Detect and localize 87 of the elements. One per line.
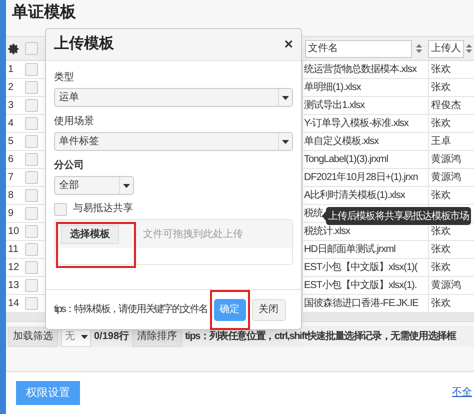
table-cell-text: 测试导出1.xlsx bbox=[304, 98, 365, 114]
table-cell-text: 统运营货物总数据模本.xlsx bbox=[304, 62, 416, 78]
table-cell-text: 黄源鸿 bbox=[431, 152, 461, 168]
table-cell-text: HD日邮面单测试.jrxml bbox=[304, 242, 396, 258]
field-label: 类型 bbox=[54, 71, 74, 85]
row-number: 7 bbox=[7, 171, 15, 186]
caret-icon bbox=[80, 334, 88, 339]
choose-template-button[interactable]: 选择模板 bbox=[61, 224, 119, 244]
caret-icon bbox=[282, 140, 289, 144]
page-title: 单证模板 bbox=[11, 2, 77, 24]
checkbox[interactable] bbox=[24, 189, 38, 202]
close-button[interactable]: × bbox=[284, 37, 293, 52]
table-cell-text: 单明细(1).xlsx bbox=[304, 80, 361, 96]
row-number: 10 bbox=[7, 225, 20, 240]
checkbox[interactable] bbox=[24, 99, 38, 112]
field-label: 使用场景 bbox=[54, 115, 94, 129]
checkbox[interactable] bbox=[24, 153, 38, 166]
checkbox[interactable] bbox=[24, 117, 38, 130]
column-header[interactable]: 上传人 bbox=[428, 40, 464, 58]
settings-icon[interactable] bbox=[8, 42, 20, 55]
sort-icon[interactable] bbox=[466, 44, 472, 54]
tips-text: tips：列表任意位置，ctrl,shift快速批量选择记录，无需使用选择框 bbox=[185, 330, 456, 344]
table-cell-text: 张欢 bbox=[431, 116, 451, 132]
table-cell-text: 张欢 bbox=[431, 260, 451, 276]
table-cell-text: 王卓 bbox=[431, 134, 451, 150]
sort-icon[interactable] bbox=[416, 44, 422, 54]
row-number: 2 bbox=[7, 81, 15, 96]
checkbox[interactable] bbox=[24, 63, 38, 76]
row-number: 1 bbox=[7, 63, 15, 78]
row-count: 0/198行 bbox=[94, 330, 130, 344]
row-number: 12 bbox=[7, 261, 20, 276]
table-cell-text: 黄源鸿 bbox=[431, 278, 461, 294]
table-cell-text: A比利时清关模板(1).xlsx bbox=[304, 188, 405, 204]
table-cell-text: Y-订单导入模板-标准.xlsx bbox=[304, 116, 408, 132]
highlight-frame bbox=[210, 290, 250, 330]
select-field[interactable]: 全部 bbox=[54, 176, 134, 195]
table-cell-text: 张欢 bbox=[431, 242, 451, 258]
checkbox-label: 与易抵达共享 bbox=[73, 202, 133, 216]
load-filter-button[interactable]: 加载筛选 bbox=[8, 326, 58, 347]
row-number: 5 bbox=[7, 135, 15, 150]
checkbox[interactable] bbox=[24, 81, 38, 94]
table-cell-text: EST小包【中文版】xlsx(1). bbox=[304, 278, 417, 294]
table-cell-text: 张欢 bbox=[431, 80, 451, 96]
table-cell-text: 张欢 bbox=[431, 224, 451, 240]
row-number: 8 bbox=[7, 189, 15, 204]
row-number: 13 bbox=[7, 279, 20, 294]
caret-icon bbox=[123, 184, 130, 188]
table-cell-text: 张欢 bbox=[431, 188, 451, 204]
table-cell-text: 程俊杰 bbox=[431, 98, 461, 114]
table-cell-text: 税统 bbox=[304, 206, 323, 222]
checkbox[interactable] bbox=[24, 243, 38, 256]
table-cell-text: DF2021年10月28日+(1).jrxn bbox=[304, 171, 418, 186]
row-number: 14 bbox=[7, 297, 20, 312]
checkbox[interactable] bbox=[24, 297, 38, 310]
table-cell-text: 张欢 bbox=[431, 62, 451, 78]
table-cell-text: 张欢 bbox=[431, 296, 451, 312]
tips-text: tips：特殊模板，请使用关键字的文件名 bbox=[54, 302, 208, 317]
row-number: 4 bbox=[7, 117, 15, 132]
checkbox[interactable] bbox=[24, 207, 38, 220]
drop-hint: 文件可拖拽到此处上传 bbox=[143, 228, 243, 242]
checkbox[interactable] bbox=[24, 261, 38, 274]
row-number: 6 bbox=[7, 153, 15, 168]
table-cell-text: 黄源鸿 bbox=[431, 170, 461, 186]
tooltip: 上传后模板将共享易抵达模板市场 bbox=[326, 207, 472, 225]
tooltip-arrow bbox=[322, 211, 326, 221]
checkbox[interactable] bbox=[24, 42, 38, 56]
field-label: 分公司 bbox=[54, 159, 84, 173]
checkbox[interactable] bbox=[24, 171, 38, 184]
dialog-title: 上传模板 bbox=[54, 34, 114, 54]
table-cell-text: 国彼森德进口香港-FE.JK.IE bbox=[304, 296, 418, 312]
link[interactable]: 不全 bbox=[452, 385, 472, 400]
table-cell-text: TongLabel(1)(3).jrxml bbox=[304, 153, 388, 168]
checkbox[interactable] bbox=[54, 202, 67, 216]
checkbox[interactable] bbox=[24, 225, 38, 238]
select-field[interactable]: 运单 bbox=[54, 88, 293, 107]
table-cell-text: EST小包【中文版】xlsx(1)( bbox=[304, 260, 418, 276]
close-dialog-button[interactable]: 关闭 bbox=[252, 298, 286, 320]
caret-icon bbox=[282, 96, 289, 100]
column-header[interactable]: 文件名 bbox=[305, 40, 412, 58]
table-cell-text: 单自定义模板.xlsx bbox=[304, 134, 378, 150]
select-field[interactable]: 单件标签 bbox=[54, 132, 293, 151]
row-number: 11 bbox=[7, 243, 20, 258]
checkbox[interactable] bbox=[24, 135, 38, 148]
row-number: 3 bbox=[7, 99, 15, 114]
row-number: 9 bbox=[7, 207, 15, 222]
checkbox[interactable] bbox=[24, 279, 38, 292]
table-cell-text: 税统计.xlsx bbox=[304, 224, 350, 240]
